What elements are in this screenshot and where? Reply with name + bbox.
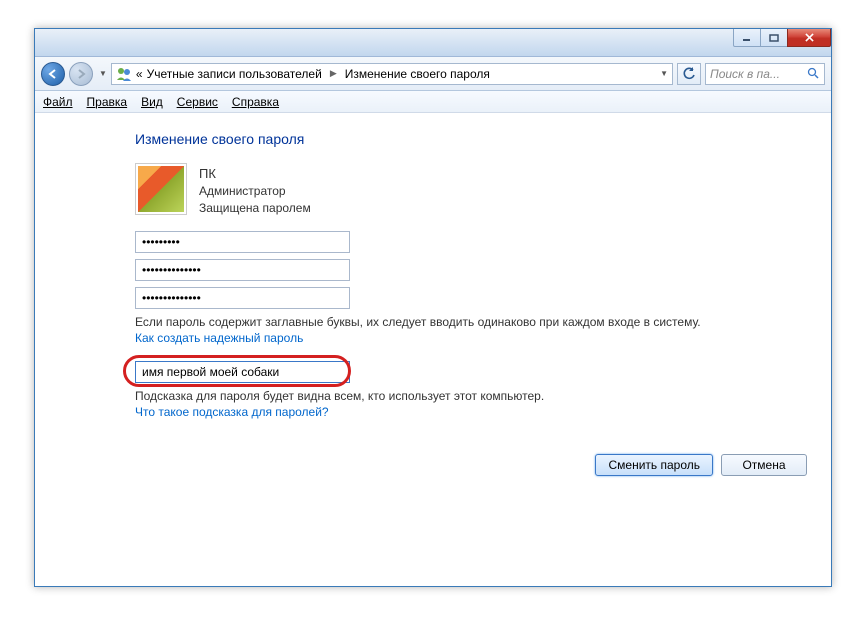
strong-password-link[interactable]: Как создать надежный пароль bbox=[135, 331, 303, 345]
menu-bar: Файл Правка Вид Сервис Справка bbox=[35, 91, 831, 113]
search-icon bbox=[807, 67, 820, 80]
change-password-button[interactable]: Сменить пароль bbox=[595, 454, 713, 476]
address-dropdown[interactable]: ▼ bbox=[660, 69, 668, 78]
nav-history-dropdown[interactable]: ▼ bbox=[99, 69, 107, 78]
menu-tools[interactable]: Сервис bbox=[177, 95, 218, 109]
menu-edit[interactable]: Правка bbox=[87, 95, 128, 109]
avatar-image bbox=[138, 166, 184, 212]
close-button[interactable] bbox=[787, 29, 831, 47]
hint-note: Подсказка для пароля будет видна всем, к… bbox=[135, 389, 807, 403]
forward-button[interactable] bbox=[69, 62, 93, 86]
button-row: Сменить пароль Отмена bbox=[595, 454, 807, 476]
user-role: Администратор bbox=[199, 183, 311, 200]
user-name: ПК bbox=[199, 165, 311, 183]
hint-help-link[interactable]: Что такое подсказка для паролей? bbox=[135, 405, 329, 419]
menu-help[interactable]: Справка bbox=[232, 95, 279, 109]
breadcrumb-item-2[interactable]: Изменение своего пароля bbox=[345, 67, 490, 81]
user-meta: ПК Администратор Защищена паролем bbox=[199, 163, 311, 217]
search-placeholder: Поиск в па... bbox=[710, 67, 780, 81]
menu-view[interactable]: Вид bbox=[141, 95, 163, 109]
breadcrumb-separator: ▶ bbox=[326, 68, 341, 79]
cancel-button[interactable]: Отмена bbox=[721, 454, 807, 476]
maximize-button[interactable] bbox=[760, 29, 788, 47]
refresh-button[interactable] bbox=[677, 63, 701, 85]
breadcrumb-prefix: « bbox=[136, 67, 143, 81]
users-icon bbox=[116, 66, 132, 82]
content-area: Изменение своего пароля ПК Администратор… bbox=[35, 113, 831, 586]
minimize-button[interactable] bbox=[733, 29, 761, 47]
window-controls bbox=[734, 29, 831, 47]
caps-note: Если пароль содержит заглавные буквы, их… bbox=[135, 315, 807, 329]
password-hint-input[interactable] bbox=[135, 361, 350, 383]
search-box[interactable]: Поиск в па... bbox=[705, 63, 825, 85]
address-bar[interactable]: « Учетные записи пользователей ▶ Изменен… bbox=[111, 63, 673, 85]
window-frame: ▼ « Учетные записи пользователей ▶ Измен… bbox=[34, 28, 832, 587]
page-title: Изменение своего пароля bbox=[135, 131, 807, 147]
avatar bbox=[135, 163, 187, 215]
nav-toolbar: ▼ « Учетные записи пользователей ▶ Измен… bbox=[35, 57, 831, 91]
user-status: Защищена паролем bbox=[199, 200, 311, 217]
confirm-password-input[interactable] bbox=[135, 287, 350, 309]
user-info: ПК Администратор Защищена паролем bbox=[135, 163, 807, 217]
menu-file[interactable]: Файл bbox=[43, 95, 73, 109]
back-button[interactable] bbox=[41, 62, 65, 86]
titlebar bbox=[35, 29, 831, 57]
new-password-input[interactable] bbox=[135, 259, 350, 281]
hint-section bbox=[135, 361, 807, 383]
breadcrumb-item-1[interactable]: Учетные записи пользователей bbox=[147, 67, 322, 81]
current-password-input[interactable] bbox=[135, 231, 350, 253]
